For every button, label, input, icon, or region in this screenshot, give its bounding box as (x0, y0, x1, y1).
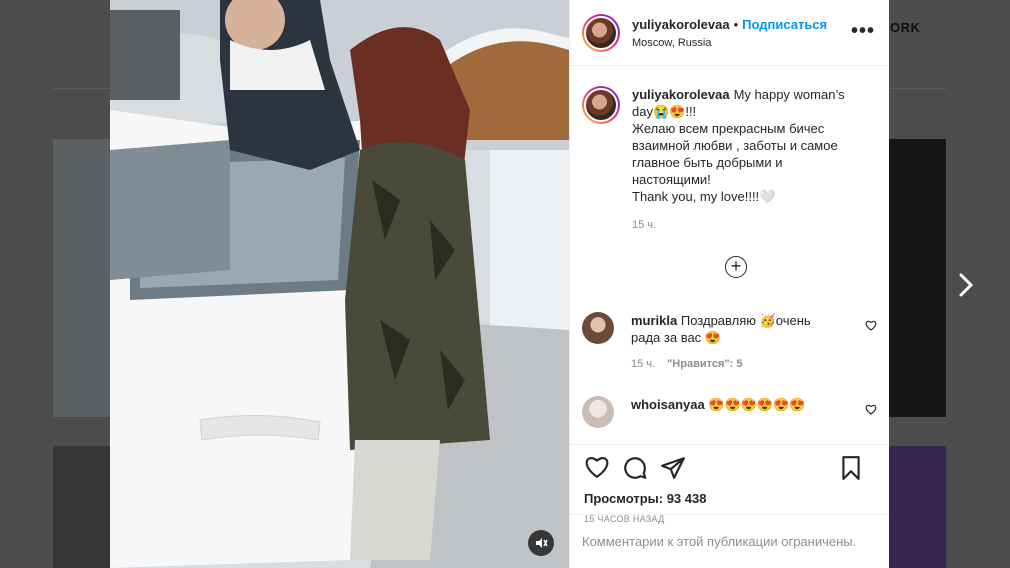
post-actions: Просмотры: 93 438 15 ЧАСОВ НАЗАД (570, 444, 889, 524)
post-location[interactable]: Moscow, Russia (632, 37, 827, 49)
caption-line: My happy woman’s (733, 87, 845, 102)
comment-time: 15 ч. (631, 358, 656, 370)
comment-icon[interactable] (622, 455, 648, 481)
commenter-avatar[interactable] (582, 312, 614, 344)
share-icon[interactable] (660, 455, 686, 481)
comment-text: 😍😍😍😍😍😍 (708, 397, 806, 412)
video-frame (110, 0, 569, 568)
post-modal: yuliyakorolevaa • Подписаться Moscow, Ru… (110, 0, 889, 568)
caption-line: настоящими! (632, 172, 711, 187)
caption-line: взаимной любви , заботы и самое (632, 138, 838, 153)
commenter-username[interactable]: murikla (631, 313, 677, 328)
comment-text: рада за вас 😍 (631, 330, 721, 345)
comment-item: murikla Поздравляю 🥳очень рада за вас 😍 … (582, 312, 877, 373)
caption-line: Желаю всем прекрасным бичес (632, 121, 825, 136)
bookmark-icon[interactable] (839, 455, 865, 481)
post-caption: yuliyakorolevaa My happy woman’s day😭😍!!!… (582, 86, 877, 234)
caption-avatar[interactable] (582, 86, 620, 124)
caption-text: yuliyakorolevaa My happy woman’s day😭😍!!!… (632, 86, 862, 234)
mute-button[interactable] (528, 530, 554, 556)
comment-like-heart-icon[interactable] (865, 320, 877, 334)
caption-line: Thank you, my love!!!!🤍 (632, 189, 776, 204)
caption-line: главное быть добрыми и (632, 155, 783, 170)
view-count[interactable]: Просмотры: 93 438 (584, 491, 875, 506)
separator-dot: • (733, 16, 739, 32)
caption-username[interactable]: yuliyakorolevaa (632, 87, 730, 102)
next-post-chevron-right-icon[interactable] (955, 272, 977, 298)
post-timestamp: 15 ЧАСОВ НАЗАД (584, 514, 665, 524)
mute-icon (534, 536, 548, 555)
caption-time: 15 ч. (632, 219, 657, 231)
comment-like-heart-icon[interactable] (865, 404, 877, 418)
post-comments-area[interactable]: yuliyakorolevaa My happy woman’s day😭😍!!!… (570, 66, 889, 444)
author-username[interactable]: yuliyakorolevaa (632, 17, 730, 32)
commenter-username[interactable]: whoisanyaa (631, 397, 705, 412)
follow-button[interactable]: Подписаться (742, 17, 827, 32)
post-header: yuliyakorolevaa • Подписаться Moscow, Ru… (570, 0, 889, 66)
load-more-comments-icon[interactable]: + (725, 256, 747, 278)
comment-item: whoisanyaa 😍😍😍😍😍😍 (582, 396, 877, 428)
more-options-icon[interactable]: ••• (851, 20, 875, 43)
heart-icon[interactable] (584, 455, 610, 481)
caption-line: day😭😍!!! (632, 104, 697, 119)
comment-likes[interactable]: "Нравится": 5 (667, 358, 742, 370)
comment-text: Поздравляю 🥳очень (680, 313, 811, 328)
post-video[interactable] (110, 0, 569, 568)
author-avatar[interactable] (582, 13, 620, 52)
comments-restricted-notice: Комментарии к этой публикации ограничены… (582, 534, 857, 549)
commenter-avatar[interactable] (582, 396, 614, 428)
post-side-panel: yuliyakorolevaa • Подписаться Moscow, Ru… (569, 0, 889, 568)
